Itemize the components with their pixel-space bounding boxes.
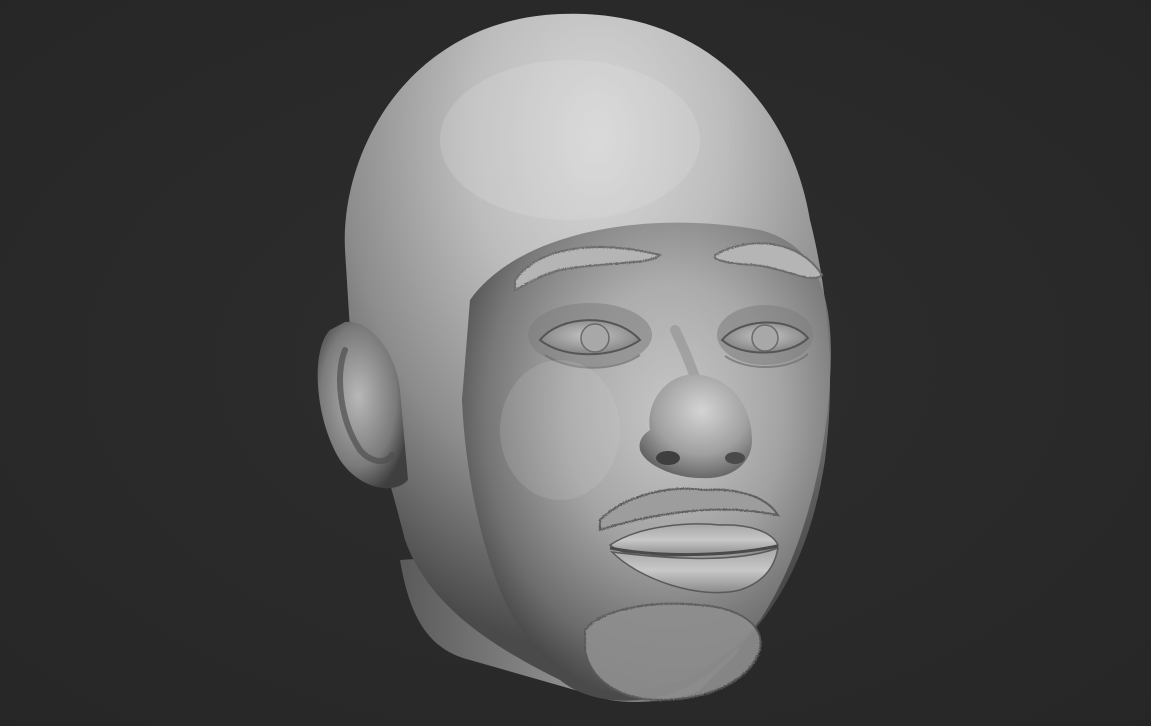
3d-viewport[interactable] [0,0,1151,726]
right-iris [751,324,779,352]
right-nostril [725,452,745,464]
cheek-highlight [500,360,620,500]
forehead-highlight [440,60,700,220]
left-iris [580,323,610,353]
sculpted-head-model [0,0,1151,726]
left-nostril [656,451,680,465]
